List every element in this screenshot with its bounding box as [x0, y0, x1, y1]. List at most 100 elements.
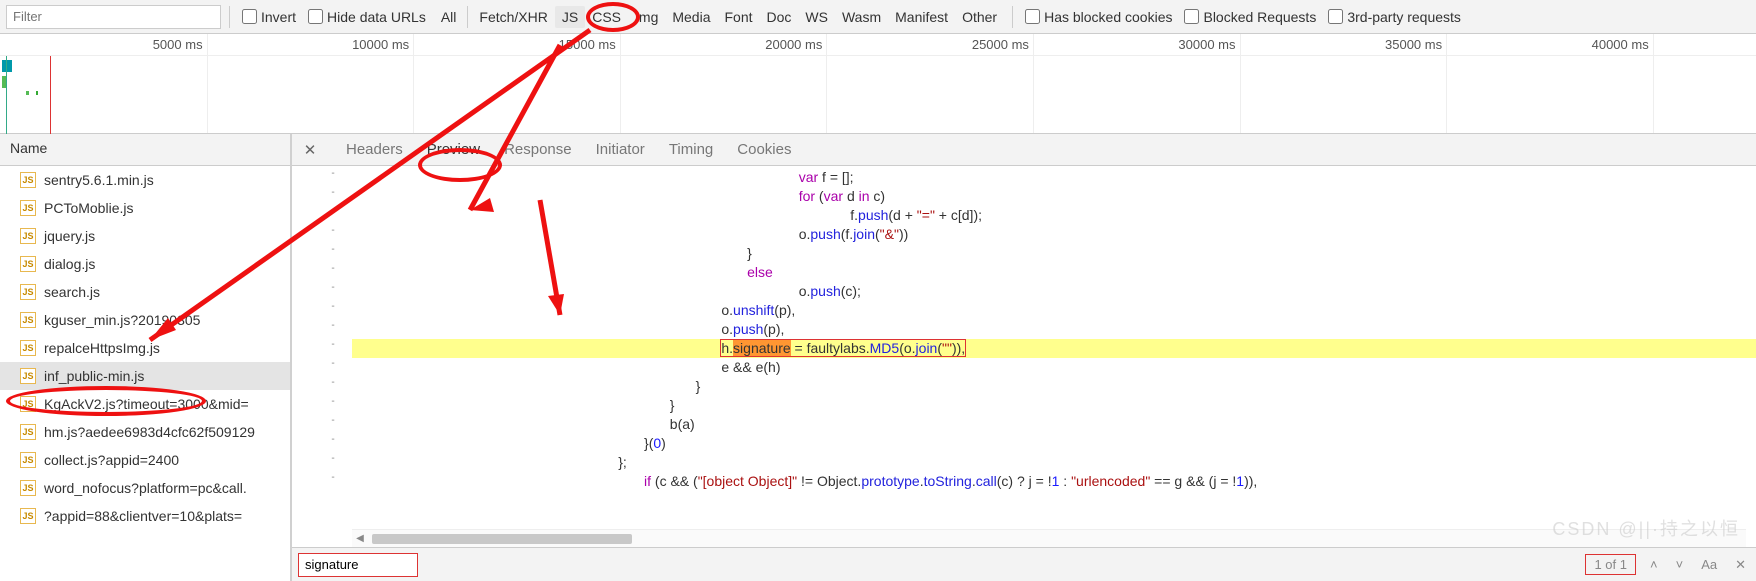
fold-icon[interactable]: -: [327, 282, 339, 293]
fold-icon[interactable]: -: [327, 358, 339, 369]
close-search-icon[interactable]: ✕: [1731, 555, 1750, 575]
request-row[interactable]: JS?appid=88&clientver=10&plats=: [0, 502, 290, 530]
tick-label: 5000 ms: [153, 37, 207, 52]
type-filter-media[interactable]: Media: [665, 6, 717, 28]
request-row[interactable]: JSsearch.js: [0, 278, 290, 306]
fold-icon[interactable]: -: [327, 339, 339, 350]
close-icon[interactable]: ✕: [298, 138, 322, 162]
fold-icon[interactable]: -: [327, 472, 339, 483]
search-prev-icon[interactable]: ˄: [1646, 555, 1662, 574]
request-row[interactable]: JScollect.js?appid=2400: [0, 446, 290, 474]
js-file-icon: JS: [20, 228, 36, 244]
horizontal-scrollbar[interactable]: ◀: [352, 529, 1746, 547]
type-filter-js[interactable]: JS: [555, 6, 585, 28]
fold-icon[interactable]: -: [327, 377, 339, 388]
filter-input[interactable]: [6, 5, 221, 29]
invert-checkbox[interactable]: Invert: [238, 9, 300, 25]
timeline-bar: [36, 91, 38, 95]
request-row[interactable]: JSword_nofocus?platform=pc&call.: [0, 474, 290, 502]
tab-response[interactable]: Response: [492, 135, 584, 164]
js-file-icon: JS: [20, 340, 36, 356]
type-filter-other[interactable]: Other: [955, 6, 1004, 28]
fold-icon[interactable]: -: [327, 320, 339, 331]
code-line: o.unshift(p),: [352, 301, 1756, 320]
separator: [229, 6, 230, 28]
timeline-ruler: 5000 ms10000 ms15000 ms20000 ms25000 ms3…: [0, 34, 1756, 56]
search-next-icon[interactable]: ˅: [1672, 555, 1688, 574]
request-name: KgAckV2.js?timeout=3000&mid=: [44, 396, 249, 412]
fold-icon[interactable]: -: [327, 187, 339, 198]
label: Has blocked cookies: [1044, 9, 1172, 25]
code-line: }(0): [352, 434, 1756, 453]
fold-icon[interactable]: -: [327, 415, 339, 426]
third-party-checkbox[interactable]: 3rd-party requests: [1324, 9, 1465, 25]
search-input[interactable]: [298, 553, 418, 577]
js-file-icon: JS: [20, 284, 36, 300]
hide-data-urls-checkbox[interactable]: Hide data URLs: [304, 9, 430, 25]
code-gutter: - - - - - - - - - - - - - - - - -: [292, 166, 352, 547]
find-bar: 1 of 1 ˄ ˅ Aa ✕: [292, 547, 1756, 581]
tab-initiator[interactable]: Initiator: [584, 135, 657, 164]
request-name: inf_public-min.js: [44, 368, 144, 384]
timeline-body: [0, 56, 1756, 134]
type-filter-font[interactable]: Font: [718, 6, 760, 28]
fold-icon[interactable]: -: [327, 263, 339, 274]
request-row[interactable]: JShm.js?aedee6983d4cfc62f509129: [0, 418, 290, 446]
request-name: kguser_min.js?20190305: [44, 312, 200, 328]
request-row[interactable]: JS jquery.js: [0, 222, 290, 250]
tab-headers[interactable]: Headers: [334, 135, 415, 164]
request-row[interactable]: JSrepalceHttpsImg.js: [0, 334, 290, 362]
js-file-icon: JS: [20, 480, 36, 496]
timeline-overview[interactable]: 5000 ms10000 ms15000 ms20000 ms25000 ms3…: [0, 34, 1756, 134]
fold-icon[interactable]: -: [327, 301, 339, 312]
tick-label: 15000 ms: [559, 37, 620, 52]
request-row[interactable]: JSsentry5.6.1.min.js: [0, 166, 290, 194]
code-line: o.push(p),: [352, 320, 1756, 339]
fold-icon[interactable]: -: [327, 168, 339, 179]
code-line: f.push(d + "=" + c[d]);: [352, 206, 1756, 225]
type-filter-manifest[interactable]: Manifest: [888, 6, 955, 28]
blocked-requests-checkbox[interactable]: Blocked Requests: [1180, 9, 1320, 25]
type-filter-doc[interactable]: Doc: [760, 6, 799, 28]
request-name: jquery.js: [44, 228, 95, 244]
main-panel: Name JSsentry5.6.1.min.jsJSPCToMoblie.js…: [0, 134, 1756, 581]
search-controls: 1 of 1 ˄ ˅ Aa ✕: [1585, 554, 1750, 575]
js-file-icon: JS: [20, 256, 36, 272]
type-filter-css[interactable]: CSS: [585, 6, 628, 28]
request-row[interactable]: JSinf_public-min.js: [0, 362, 290, 390]
fold-icon[interactable]: -: [327, 434, 339, 445]
type-filter-all[interactable]: All: [434, 6, 464, 28]
match-case-button[interactable]: Aa: [1697, 555, 1721, 574]
name-column-header[interactable]: Name: [0, 134, 290, 166]
tab-cookies[interactable]: Cookies: [725, 135, 803, 164]
type-filter-ws[interactable]: WS: [798, 6, 835, 28]
request-row[interactable]: JSdialog.js: [0, 250, 290, 278]
js-file-icon: JS: [20, 200, 36, 216]
tick-label: 35000 ms: [1385, 37, 1446, 52]
detail-tabs: ✕ HeadersPreviewResponseInitiatorTimingC…: [292, 134, 1756, 166]
tick-label: 20000 ms: [765, 37, 826, 52]
request-row[interactable]: JSPCToMoblie.js: [0, 194, 290, 222]
request-list[interactable]: JSsentry5.6.1.min.jsJSPCToMoblie.jsJSjqu…: [0, 166, 290, 581]
network-toolbar: Invert Hide data URLs All Fetch/XHRJSCSSI…: [0, 0, 1756, 34]
type-filter-img[interactable]: Img: [628, 6, 665, 28]
type-filter-wasm[interactable]: Wasm: [835, 6, 888, 28]
request-row[interactable]: JSkguser_min.js?20190305: [0, 306, 290, 334]
js-file-icon: JS: [20, 396, 36, 412]
fold-icon[interactable]: -: [327, 244, 339, 255]
request-name: hm.js?aedee6983d4cfc62f509129: [44, 424, 255, 440]
fold-icon[interactable]: -: [327, 206, 339, 217]
fold-icon[interactable]: -: [327, 396, 339, 407]
tab-preview[interactable]: Preview: [415, 135, 492, 164]
type-filter-bar: All Fetch/XHRJSCSSImgMediaFontDocWSWasmMa…: [434, 6, 1004, 28]
scroll-thumb[interactable]: [372, 534, 632, 544]
tab-timing[interactable]: Timing: [657, 135, 725, 164]
fold-icon[interactable]: -: [327, 453, 339, 464]
fold-icon[interactable]: -: [327, 225, 339, 236]
type-filter-fetchxhr[interactable]: Fetch/XHR: [472, 6, 554, 28]
request-name: collect.js?appid=2400: [44, 452, 179, 468]
preview-code-area[interactable]: ----------------- var f = []; for (var d…: [292, 166, 1756, 547]
request-row[interactable]: JS KgAckV2.js?timeout=3000&mid=: [0, 390, 290, 418]
scroll-left-icon[interactable]: ◀: [352, 531, 368, 547]
blocked-cookies-checkbox[interactable]: Has blocked cookies: [1021, 9, 1176, 25]
